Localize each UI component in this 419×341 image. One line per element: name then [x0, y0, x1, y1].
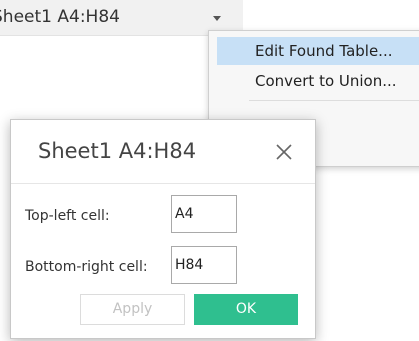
top-left-cell-input[interactable] [171, 195, 237, 233]
menu-item-edit-found-table[interactable]: Edit Found Table... [217, 37, 419, 65]
menu-item-label: Convert to Union... [255, 72, 397, 90]
top-left-cell-label: Top-left cell: [25, 208, 110, 224]
dialog-divider [11, 183, 315, 184]
dialog-title: Sheet1 A4:H84 [38, 139, 197, 163]
menu-item-label: Edit Found Table... [255, 42, 393, 60]
caret-down-icon[interactable] [213, 16, 221, 21]
menu-separator [249, 100, 419, 101]
edit-found-table-dialog: Sheet1 A4:H84 Top-left cell: Bottom-righ… [10, 119, 316, 339]
close-icon[interactable] [270, 138, 298, 166]
app-root: Sheet1 A4:H84 Edit Found Table... Conver… [0, 0, 419, 341]
table-bar[interactable]: Sheet1 A4:H84 [0, 0, 243, 36]
apply-button[interactable]: Apply [80, 294, 185, 325]
bottom-right-cell-label: Bottom-right cell: [25, 259, 148, 275]
bottom-right-cell-input[interactable] [171, 246, 237, 284]
menu-item-convert-to-union[interactable]: Convert to Union... [217, 67, 419, 95]
table-bar-title: Sheet1 A4:H84 [0, 7, 120, 27]
ok-button[interactable]: OK [194, 294, 298, 325]
